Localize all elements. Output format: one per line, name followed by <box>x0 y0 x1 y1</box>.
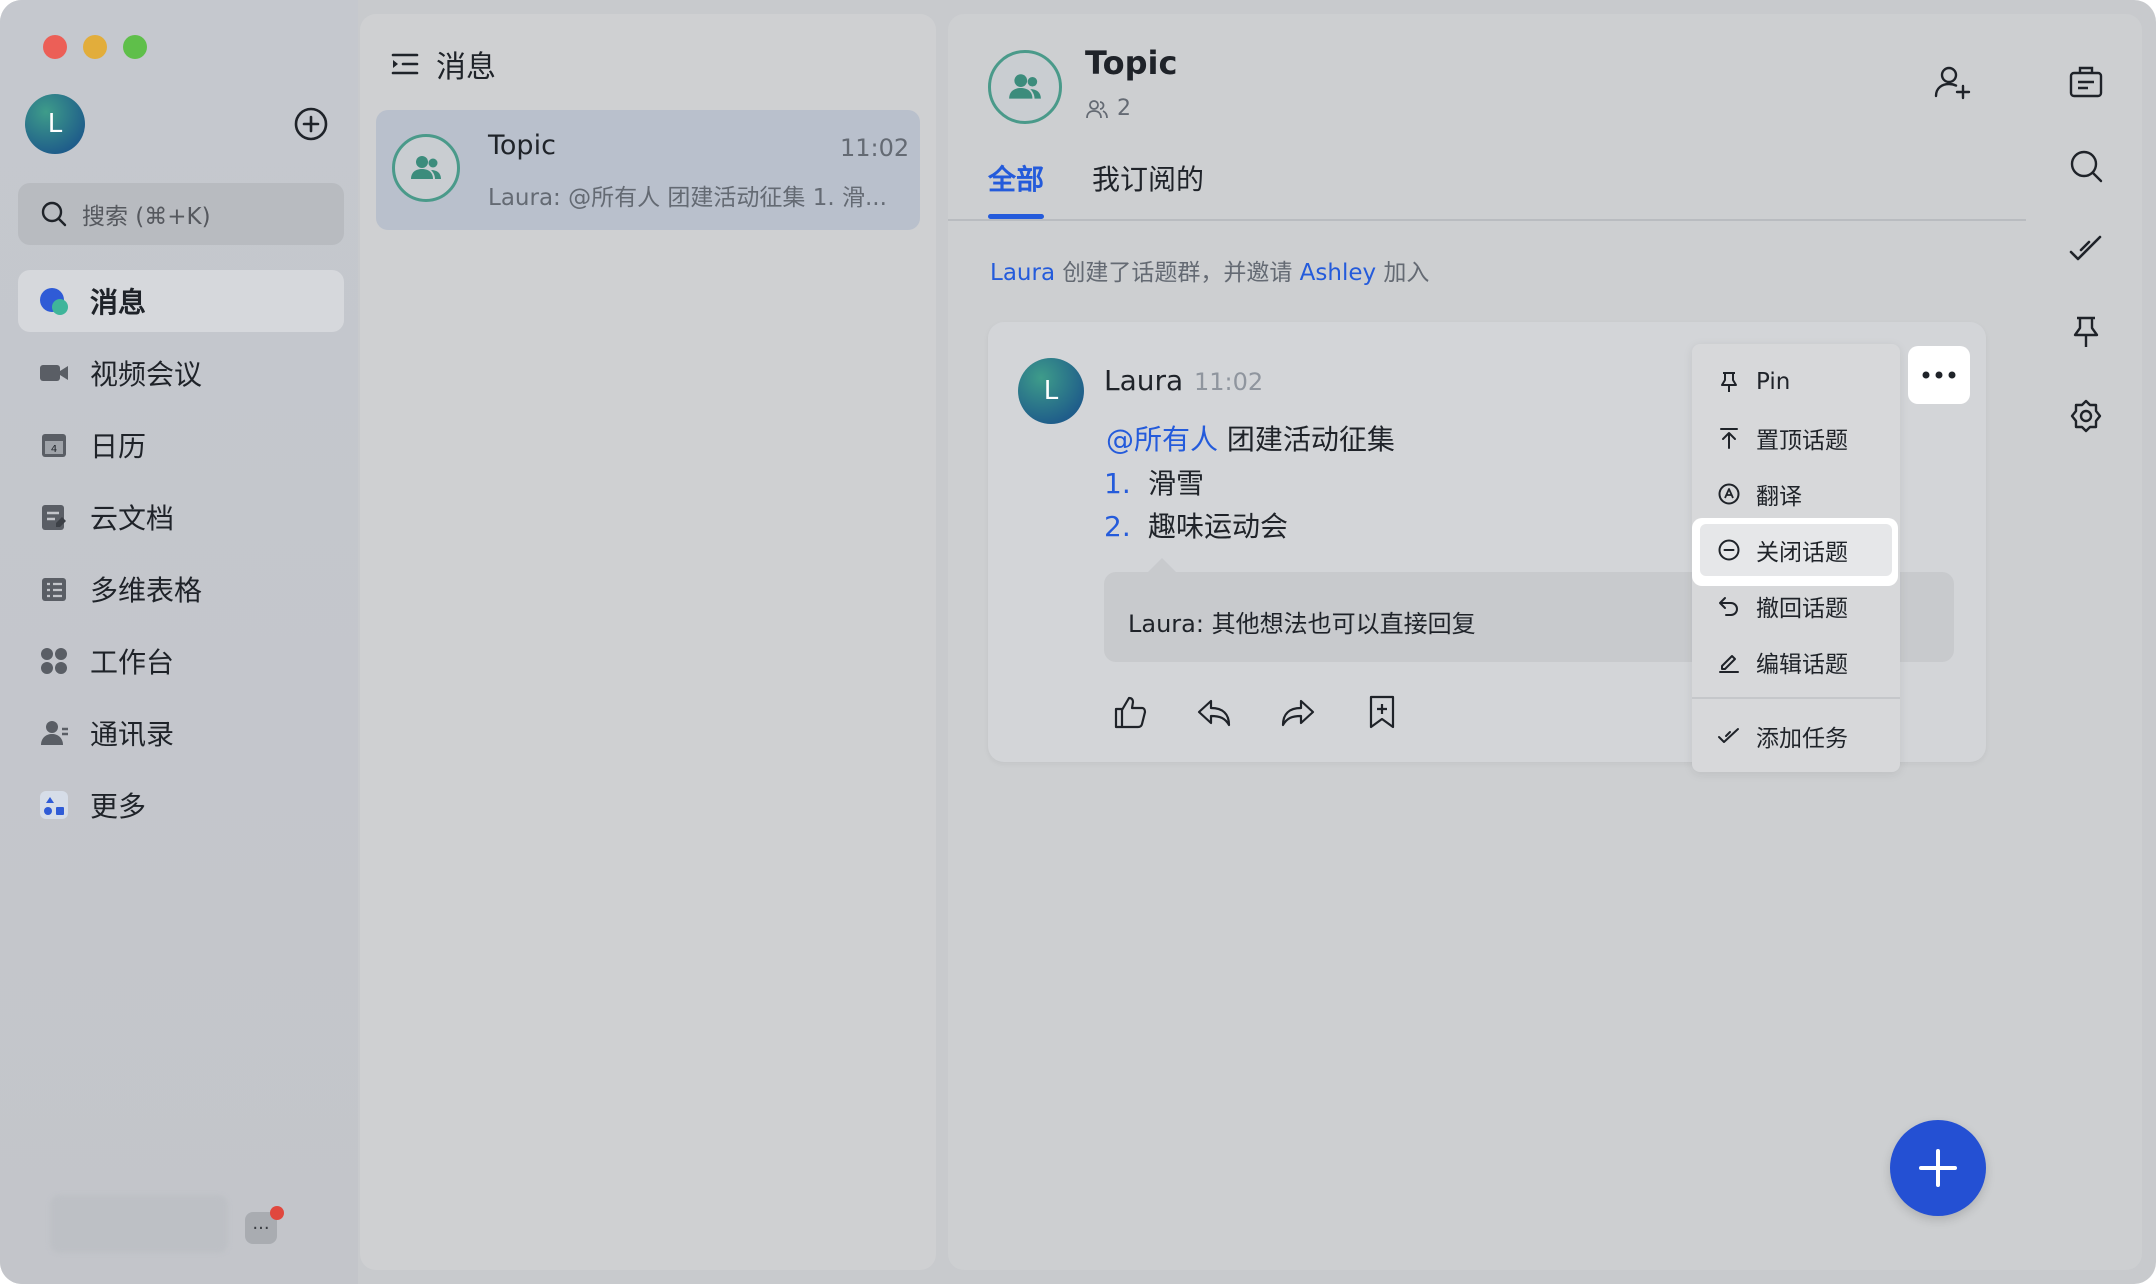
list-title: 消息 <box>436 50 496 85</box>
message-more-button[interactable] <box>1908 346 1970 404</box>
sidebar-item-base[interactable]: 多维表格 <box>18 558 344 620</box>
sidebar-item-label: 视频会议 <box>90 358 203 391</box>
sidebar-item-workplace[interactable]: 工作台 <box>18 630 344 692</box>
plus-icon <box>1916 1146 1960 1190</box>
menu-item-translate[interactable]: 翻译 <box>1700 468 1892 520</box>
tasks-icon[interactable] <box>2066 230 2106 270</box>
search-icon <box>40 200 68 228</box>
forward-icon[interactable] <box>1278 692 1318 732</box>
new-topic-button[interactable] <box>1890 1120 1986 1216</box>
contacts-icon <box>38 717 70 749</box>
list-header: 消息 <box>390 42 496 86</box>
group-icon <box>1007 69 1043 105</box>
chat-search-icon[interactable] <box>2066 146 2106 186</box>
mention-all[interactable]: @所有人 <box>1106 423 1218 456</box>
menu-item-close-topic[interactable]: 关闭话题 <box>1700 524 1892 576</box>
pin-icon <box>1716 369 1742 395</box>
system-actor-link[interactable]: Laura <box>990 260 1055 286</box>
menu-item-add-task[interactable]: 添加任务 <box>1700 710 1892 762</box>
announcement-icon[interactable] <box>2066 62 2106 102</box>
video-icon <box>38 357 70 389</box>
calendar-icon: 4 <box>38 429 70 461</box>
app-window: L 搜索 (⌘+K) 消息 视频会议 4 日历 云文档 多维表格 工作台 通讯录… <box>0 0 2156 1284</box>
sidebar-item-label: 工作台 <box>90 646 175 679</box>
user-avatar[interactable]: L <box>25 94 85 154</box>
sidebar-item-video[interactable]: 视频会议 <box>18 342 344 404</box>
author-avatar[interactable]: L <box>1018 358 1084 424</box>
collapse-list-icon[interactable] <box>390 49 420 79</box>
docs-icon <box>38 501 70 533</box>
message-time: 11:02 <box>1194 368 1264 396</box>
menu-divider <box>1692 697 1900 699</box>
system-invitee-link[interactable]: Ashley <box>1300 260 1376 286</box>
reply-text: Laura: 其他想法也可以直接回复 <box>1128 610 1476 638</box>
chat-title: Topic <box>1085 44 1178 82</box>
conversation-time: 11:02 <box>840 134 910 162</box>
conversation-preview: Laura: @所有人 团建活动征集 1. 滑... <box>488 185 887 211</box>
message-icon <box>38 285 70 317</box>
menu-item-pin-top[interactable]: 置顶话题 <box>1700 412 1892 464</box>
search-input[interactable]: 搜索 (⌘+K) <box>18 183 344 245</box>
sidebar-item-label: 日历 <box>90 430 147 463</box>
sidebar-item-label: 更多 <box>90 790 147 823</box>
notification-dot <box>270 1206 284 1220</box>
task-icon <box>1716 723 1742 749</box>
tab-divider <box>948 219 2026 221</box>
zoom-window-button[interactable] <box>123 35 147 59</box>
svg-text:4: 4 <box>51 444 57 455</box>
members-icon <box>1085 98 1109 120</box>
sidebar-item-label: 云文档 <box>90 502 175 535</box>
bookmark-icon[interactable] <box>1362 692 1402 732</box>
menu-item-pin[interactable]: Pin <box>1700 356 1892 408</box>
pinned-icon[interactable] <box>2066 312 2106 352</box>
sidebar: L 搜索 (⌘+K) 消息 视频会议 4 日历 云文档 多维表格 工作台 通讯录… <box>0 0 358 1284</box>
close-window-button[interactable] <box>43 35 67 59</box>
sidebar-item-docs[interactable]: 云文档 <box>18 486 344 548</box>
menu-item-edit[interactable]: 编辑话题 <box>1700 636 1892 688</box>
more-dots-icon <box>1921 370 1957 380</box>
sidebar-item-contacts[interactable]: 通讯录 <box>18 702 344 764</box>
sidebar-item-more[interactable]: 更多 <box>18 774 344 836</box>
sidebar-item-label: 通讯录 <box>90 718 175 751</box>
list-item: 1. 滑雪 <box>1104 467 1205 500</box>
member-count[interactable]: 2 <box>1085 96 1131 121</box>
reply-icon[interactable] <box>1194 692 1234 732</box>
recall-icon <box>1716 593 1742 619</box>
menu-item-recall[interactable]: 撤回话题 <box>1700 580 1892 632</box>
add-member-icon[interactable] <box>1932 62 1972 102</box>
minimize-window-button[interactable] <box>83 35 107 59</box>
system-message: Laura 创建了话题群，并邀请 Ashley 加入 <box>990 260 1430 286</box>
group-icon <box>409 151 443 185</box>
table-icon <box>38 573 70 605</box>
close-topic-icon <box>1716 537 1742 563</box>
pin-top-icon <box>1716 425 1742 451</box>
group-avatar <box>392 134 460 202</box>
tab-all[interactable]: 全部 <box>988 158 1044 198</box>
like-icon[interactable] <box>1110 692 1150 732</box>
search-placeholder: 搜索 (⌘+K) <box>82 204 211 230</box>
workplace-icon <box>38 645 70 677</box>
sidebar-item-messages[interactable]: 消息 <box>18 270 344 332</box>
edit-icon <box>1716 649 1742 675</box>
sidebar-item-label: 消息 <box>90 286 147 319</box>
settings-icon[interactable] <box>2066 396 2106 436</box>
chat-group-avatar[interactable] <box>988 50 1062 124</box>
profile-status-card[interactable] <box>50 1195 228 1253</box>
tab-subscribed[interactable]: 我订阅的 <box>1092 158 1204 198</box>
translate-icon <box>1716 481 1742 507</box>
list-item: 2. 趣味运动会 <box>1104 510 1289 543</box>
conversation-name: Topic <box>488 130 556 161</box>
reply-pointer <box>1148 558 1176 572</box>
sidebar-item-calendar[interactable]: 4 日历 <box>18 414 344 476</box>
add-circle-icon[interactable] <box>293 106 329 142</box>
message-author[interactable]: Laura <box>1104 364 1183 397</box>
sidebar-item-label: 多维表格 <box>90 574 203 607</box>
more-apps-icon <box>38 789 70 821</box>
message-title: @所有人 团建活动征集 <box>1106 423 1395 456</box>
